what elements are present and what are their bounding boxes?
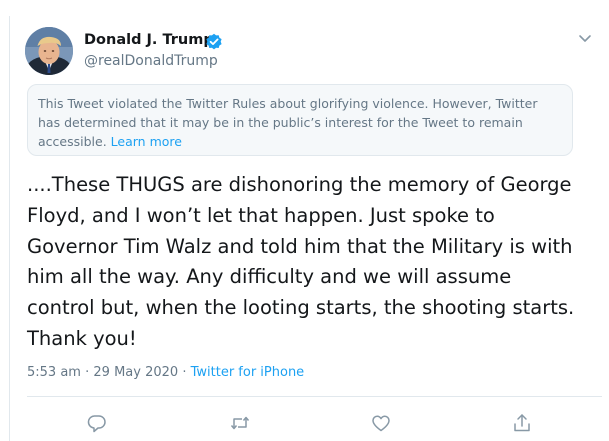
author-handle[interactable]: @realDonaldTrump [84, 53, 218, 69]
like-icon [372, 415, 390, 432]
tweet-time[interactable]: 5:53 am [27, 365, 81, 380]
meta-separator: · [182, 365, 187, 380]
share-icon [514, 414, 530, 432]
meta-separator: · [85, 365, 90, 380]
profile-photo-icon [25, 27, 73, 75]
tweet-card: Donald J. Trump @realDonaldTrump This Tw… [0, 0, 609, 441]
tweet-line: him all the way. Any difficulty and we w… [27, 265, 512, 289]
tweet-line: Governor Tim Walz and told him that the … [27, 234, 573, 258]
reply-button[interactable] [86, 412, 108, 434]
author-name[interactable]: Donald J. Trump [84, 32, 214, 48]
verified-badge-icon [206, 33, 222, 50]
share-button[interactable] [511, 412, 533, 434]
avatar[interactable] [25, 27, 73, 75]
tweet-text: ....These THUGS are dishonoring the memo… [27, 170, 602, 355]
timeline-rule [9, 16, 10, 441]
tweet-line: Floyd, and I won’t let that happen. Just… [27, 203, 495, 227]
tweet-date[interactable]: 29 May 2020 [93, 365, 178, 380]
notice-text: This Tweet violated the Twitter Rules ab… [38, 94, 562, 151]
tweet-source-link[interactable]: Twitter for iPhone [191, 365, 305, 380]
retweet-icon [230, 416, 250, 430]
tweet-metadata: 5:53 am · 29 May 2020 · Twitter for iPho… [27, 365, 304, 380]
like-button[interactable] [370, 412, 392, 434]
violation-notice: This Tweet violated the Twitter Rules ab… [27, 84, 573, 156]
tweet-line: control but, when the looting starts, th… [27, 296, 575, 320]
learn-more-link[interactable]: Learn more [111, 134, 182, 149]
chevron-down-icon[interactable] [575, 32, 595, 46]
action-divider [27, 396, 602, 397]
reply-icon [87, 415, 106, 433]
retweet-button[interactable] [229, 412, 251, 434]
tweet-line: ....These THUGS are dishonoring the memo… [27, 173, 572, 196]
tweet-line: Thank you! [27, 326, 137, 350]
